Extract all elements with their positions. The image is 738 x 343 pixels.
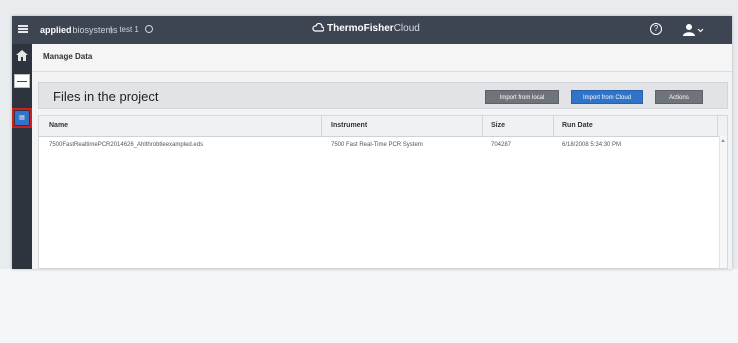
cloud-icon [312, 23, 324, 32]
column-header-size[interactable]: Size [491, 122, 505, 129]
help-icon[interactable]: ? [650, 23, 662, 35]
table-row[interactable]: 7500FastRealtimePCR2014626_Ahlthrobtleex… [39, 137, 727, 153]
cell-run-date: 6/18/2008 5:34:30 PM [562, 142, 622, 148]
main-content: Manage Data Files in the project Import … [32, 44, 732, 269]
page-background [0, 269, 738, 343]
thermofisher-cloud-logo: ThermoFisherCloud [312, 23, 420, 34]
column-divider [321, 116, 322, 136]
breadcrumb-project[interactable]: test 1 [119, 25, 139, 34]
actions-button[interactable]: Actions [655, 90, 703, 104]
import-from-cloud-button[interactable]: Import from Cloud [571, 90, 643, 104]
cell-size: 704287 [491, 142, 512, 148]
home-icon[interactable] [16, 50, 28, 61]
menu-icon[interactable] [18, 25, 28, 33]
sidebar-item-data[interactable]: ▤ [12, 108, 32, 128]
info-icon[interactable] [145, 25, 154, 33]
column-header-name[interactable]: Name [49, 122, 68, 129]
import-from-local-button[interactable]: Import from local [485, 90, 559, 104]
app-window: appliedbiosystems | test 1 ThermoFisherC… [12, 16, 732, 269]
table-scrollbar[interactable] [719, 136, 727, 268]
brand-logo-bold: applied [40, 25, 72, 35]
scroll-up-icon[interactable] [721, 139, 725, 142]
logo-bold: ThermoFisher [327, 23, 394, 34]
column-header-run-date[interactable]: Run Date [562, 122, 593, 129]
sidebar: ▤ [12, 44, 32, 269]
column-divider [482, 116, 483, 136]
page-title-bar: Manage Data [32, 44, 732, 72]
table-header: Name Instrument Size Run Date [39, 116, 727, 137]
files-table: Name Instrument Size Run Date 7500FastRe… [38, 115, 728, 269]
sidebar-item-projects[interactable] [14, 74, 30, 88]
user-menu-icon[interactable] [682, 22, 704, 38]
cell-instrument: 7500 Fast Real-Time PCR System [331, 142, 423, 148]
column-divider [553, 116, 554, 136]
column-header-instrument[interactable]: Instrument [331, 122, 367, 129]
data-icon: ▤ [15, 111, 29, 125]
breadcrumb-separator: | [110, 25, 113, 34]
column-divider [717, 116, 718, 136]
top-bar: appliedbiosystems | test 1 ThermoFisherC… [12, 16, 732, 44]
files-panel-header: Files in the project Import from local I… [38, 82, 728, 109]
files-panel-title: Files in the project [53, 89, 159, 104]
cell-name: 7500FastRealtimePCR2014626_Ahlthrobtleex… [49, 142, 204, 148]
breadcrumb: | test 1 [105, 25, 154, 34]
page-title: Manage Data [43, 52, 93, 61]
logo-light: Cloud [393, 23, 420, 34]
